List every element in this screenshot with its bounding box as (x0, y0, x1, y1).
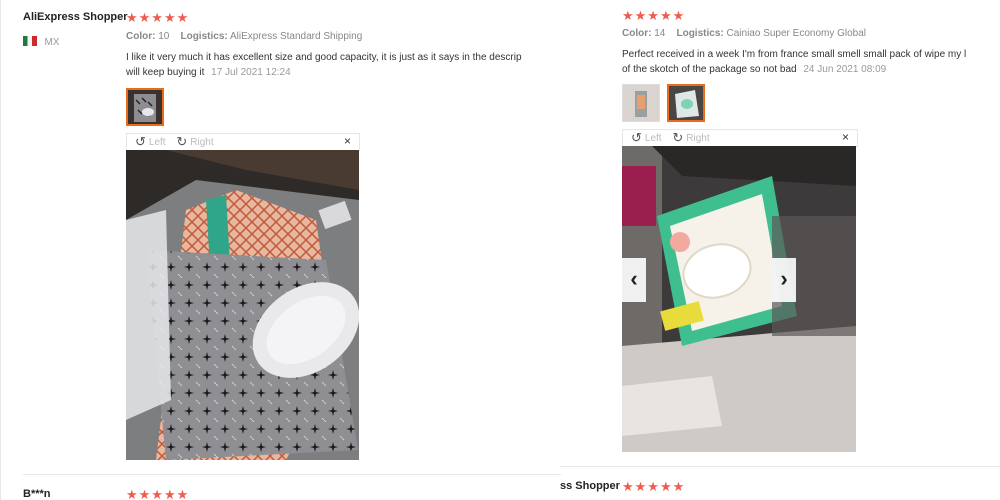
review-meta: Color: 10 Logistics: AliExpress Standard… (126, 31, 362, 42)
color-label: Color: (126, 31, 156, 42)
image-toolbar: ↺ Left ↻ Right × (126, 133, 360, 151)
close-icon[interactable]: × (344, 134, 351, 148)
review-text-line2: of the skotch of the package so not bad … (622, 62, 886, 77)
next-review-stars: ★★★★★ (126, 487, 190, 500)
wipes-pouch-photo-image (126, 150, 359, 460)
logistics-label: Logistics: (676, 28, 724, 39)
review-author: AliExpress Shopper (23, 11, 128, 23)
mexico-flag-icon (23, 36, 37, 46)
review-text-line1: I like it very much it has excellent siz… (126, 52, 522, 63)
rotate-left-button[interactable]: Left (645, 133, 662, 144)
color-value: 14 (654, 28, 666, 39)
package-thumb-image (623, 85, 659, 121)
rotate-right-icon[interactable]: ↻ (176, 134, 187, 150)
image-toolbar: ↺ Left ↻ Right × (622, 129, 858, 147)
review-photo-thumbnail-1[interactable] (622, 84, 660, 122)
rotate-right-button[interactable]: Right (190, 137, 213, 148)
review-photo-thumbnail[interactable] (126, 88, 164, 126)
review-right: ★★★★★ Color: 14 Logistics: Cainiao Super… (560, 0, 1000, 500)
review-divider (560, 466, 1000, 467)
next-review-author: B***n (23, 488, 51, 500)
country: MX (23, 32, 59, 50)
review-date: 24 Jun 2021 08:09 (803, 64, 887, 75)
wipes-pack-thumb-image (669, 86, 703, 120)
logistics-value: Cainiao Super Economy Global (726, 28, 867, 39)
review-text-line2: will keep buying it 17 Jul 2021 12:24 (126, 65, 291, 80)
review-meta: Color: 14 Logistics: Cainiao Super Econo… (622, 28, 866, 39)
review-photo-large[interactable]: ‹ › (622, 146, 856, 452)
color-label: Color: (622, 28, 652, 39)
color-value: 10 (158, 31, 170, 42)
next-image-button[interactable]: › (772, 258, 796, 302)
rotate-left-icon[interactable]: ↺ (631, 130, 642, 146)
close-icon[interactable]: × (842, 130, 849, 144)
review-photo-large[interactable] (126, 150, 359, 460)
review-divider (23, 474, 561, 475)
review-photo-thumbnail-2[interactable] (667, 84, 705, 122)
rotate-left-icon[interactable]: ↺ (135, 134, 146, 150)
wipes-pack-photo-image (622, 146, 856, 452)
next-review-author: ss Shopper (560, 480, 620, 492)
logistics-label: Logistics: (180, 31, 228, 42)
previous-image-button[interactable]: ‹ (622, 258, 646, 302)
review-date: 17 Jul 2021 12:24 (211, 67, 291, 78)
rotate-left-button[interactable]: Left (149, 137, 166, 148)
logistics-value: AliExpress Standard Shipping (229, 31, 363, 42)
review-left: AliExpress Shopper ★★★★★ MX Color: 10 Lo… (0, 0, 561, 500)
review-text-line1: Perfect received in a week I'm from fran… (622, 49, 967, 60)
review-text: will keep buying it (126, 67, 205, 78)
rating-stars: ★★★★★ (126, 10, 190, 25)
rotate-right-button[interactable]: Right (686, 133, 709, 144)
next-review-stars: ★★★★★ (622, 479, 686, 494)
country-code: MX (44, 37, 60, 48)
rating-stars: ★★★★★ (622, 8, 686, 23)
wipes-pouch-thumb-image (128, 90, 162, 124)
review-text: of the skotch of the package so not bad (622, 64, 797, 75)
rotate-right-icon[interactable]: ↻ (672, 130, 683, 146)
